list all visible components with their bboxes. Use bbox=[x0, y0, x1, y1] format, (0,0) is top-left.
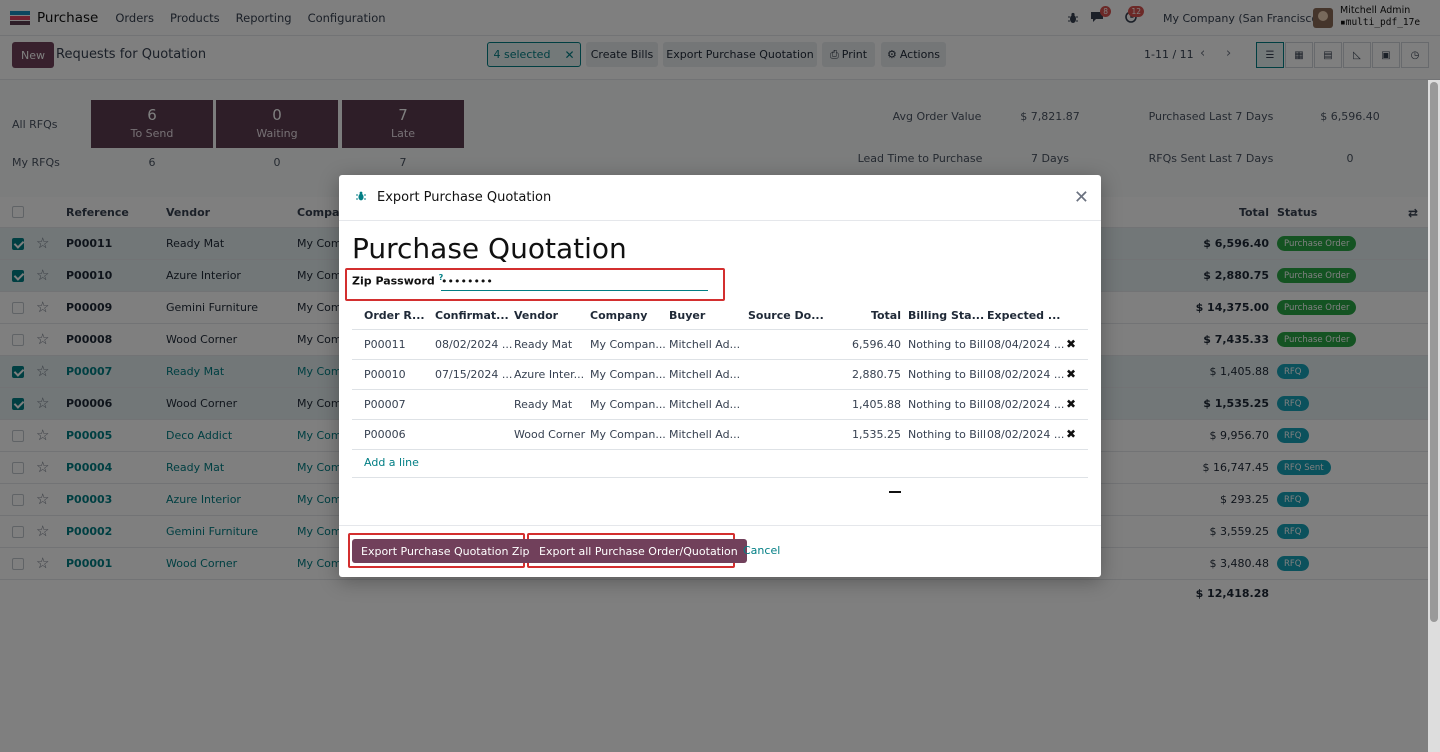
delete-line-icon[interactable]: ✖ bbox=[1066, 397, 1076, 411]
dialog-title: Export Purchase Quotation bbox=[377, 190, 552, 205]
line-buyer: Mitchell Ad... bbox=[669, 338, 741, 351]
line-company: My Compan... bbox=[590, 398, 666, 411]
line-order-ref: P00010 bbox=[364, 368, 406, 381]
col-expected[interactable]: Expected ... bbox=[987, 309, 1060, 322]
line-company: My Compan... bbox=[590, 428, 666, 441]
line-total: 2,880.75 bbox=[852, 368, 901, 381]
cancel-button[interactable]: Cancel bbox=[743, 544, 780, 557]
line-billing-status: Nothing to Bill bbox=[908, 338, 987, 351]
line-row[interactable]: P00011 08/02/2024 ... Ready Mat My Compan..… bbox=[352, 330, 1088, 360]
col-total[interactable]: Total bbox=[871, 309, 901, 322]
line-vendor: Azure Inter... bbox=[514, 368, 585, 381]
zip-label-text: Zip Password bbox=[352, 274, 435, 288]
line-billing-status: Nothing to Bill bbox=[908, 368, 987, 381]
summary-divider bbox=[352, 477, 1088, 478]
line-company: My Compan... bbox=[590, 368, 666, 381]
col-company[interactable]: Company bbox=[590, 309, 647, 322]
line-expected: 08/02/2024 ... bbox=[987, 368, 1065, 381]
line-total: 6,596.40 bbox=[852, 338, 901, 351]
line-expected: 08/02/2024 ... bbox=[987, 398, 1065, 411]
line-expected: 08/02/2024 ... bbox=[987, 428, 1065, 441]
delete-line-icon[interactable]: ✖ bbox=[1066, 427, 1076, 441]
col-vendor[interactable]: Vendor bbox=[514, 309, 558, 322]
line-order-ref: P00006 bbox=[364, 428, 406, 441]
line-confirmation: 07/15/2024 ... bbox=[435, 368, 513, 381]
line-confirmation: 08/02/2024 ... bbox=[435, 338, 513, 351]
close-icon[interactable]: ✕ bbox=[1074, 187, 1089, 208]
line-company: My Compan... bbox=[590, 338, 666, 351]
sum-dash: — bbox=[889, 491, 901, 493]
lines-header: Order R... Confirmat... Vendor Company B… bbox=[352, 302, 1088, 330]
col-billing-status[interactable]: Billing Sta... bbox=[908, 309, 984, 322]
export-zip-button[interactable]: Export Purchase Quotation Zip bbox=[352, 539, 539, 563]
dialog-header: Export Purchase Quotation ✕ bbox=[339, 175, 1101, 221]
line-buyer: Mitchell Ad... bbox=[669, 368, 741, 381]
line-buyer: Mitchell Ad... bbox=[669, 428, 741, 441]
export-all-button[interactable]: Export all Purchase Order/Quotation bbox=[530, 539, 747, 563]
dialog-footer-divider bbox=[339, 525, 1101, 526]
line-row[interactable]: P00007 Ready Mat My Compan... Mitchell Ad..… bbox=[352, 390, 1088, 420]
line-row[interactable]: P00006 Wood Corner My Compan... Mitchell Ad… bbox=[352, 420, 1088, 450]
zip-password-input[interactable] bbox=[441, 272, 708, 291]
line-vendor: Ready Mat bbox=[514, 338, 573, 351]
line-vendor: Ready Mat bbox=[514, 398, 573, 411]
line-vendor: Wood Corner bbox=[514, 428, 586, 441]
line-order-ref: P00011 bbox=[364, 338, 406, 351]
delete-line-icon[interactable]: ✖ bbox=[1066, 367, 1076, 381]
export-dialog: Export Purchase Quotation ✕ Purchase Quo… bbox=[339, 175, 1101, 577]
line-expected: 08/04/2024 ... bbox=[987, 338, 1065, 351]
line-total: 1,405.88 bbox=[852, 398, 901, 411]
add-a-line-link[interactable]: Add a line bbox=[364, 456, 419, 469]
zip-password-label: Zip Password ? bbox=[352, 273, 443, 288]
col-source-doc[interactable]: Source Do... bbox=[748, 309, 824, 322]
form-heading: Purchase Quotation bbox=[352, 232, 627, 265]
col-buyer[interactable]: Buyer bbox=[669, 309, 705, 322]
line-billing-status: Nothing to Bill bbox=[908, 398, 987, 411]
line-billing-status: Nothing to Bill bbox=[908, 428, 987, 441]
bug-icon bbox=[356, 191, 366, 201]
col-order-ref[interactable]: Order R... bbox=[364, 309, 425, 322]
page-scrollbar[interactable] bbox=[1428, 80, 1440, 752]
line-row[interactable]: P00010 07/15/2024 ... Azure Inter... My Com… bbox=[352, 360, 1088, 390]
col-confirmation[interactable]: Confirmat... bbox=[435, 309, 509, 322]
delete-line-icon[interactable]: ✖ bbox=[1066, 337, 1076, 351]
line-buyer: Mitchell Ad... bbox=[669, 398, 741, 411]
line-total: 1,535.25 bbox=[852, 428, 901, 441]
line-order-ref: P00007 bbox=[364, 398, 406, 411]
